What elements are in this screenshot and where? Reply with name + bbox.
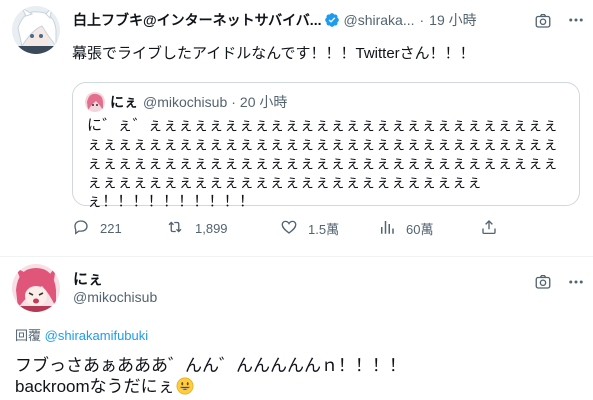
reply-button[interactable]: 221 bbox=[72, 218, 122, 239]
replying-to-label: 回覆 bbox=[15, 328, 42, 343]
views-icon bbox=[378, 218, 406, 239]
quoted-tweet-body: に゛ぇ゛ぇぇぇぇぇぇぇぇぇぇぇぇぇぇぇぇぇぇぇぇぇぇぇぇぇぇぇぇぇぇぇぇぇぇぇぇ… bbox=[87, 117, 559, 210]
replying-to-mention-link[interactable]: @shirakamifubuki bbox=[45, 328, 149, 343]
tweet-body: 幕張でライブしたアイドルなんです！！！Twitterさん！！！ bbox=[72, 45, 475, 62]
like-icon bbox=[280, 218, 308, 239]
retweet-count: 1,899 bbox=[195, 221, 228, 236]
like-count: 1.5萬 bbox=[308, 222, 340, 237]
reply-body-line-2-row: backroomなうだにぇ bbox=[15, 376, 406, 397]
quoted-tweet-timestamp: 20 小時 bbox=[239, 94, 288, 110]
quoted-author-display-name: にぇ bbox=[110, 94, 138, 110]
verified-badge-icon bbox=[324, 12, 340, 28]
quoted-tweet-header: にぇ @mikochisub · 20 小時 bbox=[85, 92, 287, 112]
separator-dot: · bbox=[419, 12, 425, 28]
views-button[interactable]: 60萬 bbox=[378, 218, 433, 239]
reply-count: 221 bbox=[100, 221, 122, 236]
reply-body-line-2: backroomなうだにぇ bbox=[15, 377, 175, 396]
share-icon bbox=[480, 218, 508, 239]
like-button[interactable]: 1.5萬 bbox=[280, 218, 339, 239]
tweet-action-bar: 221 1,899 1.5萬 60萬 bbox=[72, 218, 512, 242]
reply-body: フブっさあぁあああ゛んん゛んんんんんｎ！！！！ backroomなうだにぇ bbox=[15, 355, 406, 397]
tweet-timestamp[interactable]: 19 小時 bbox=[429, 10, 476, 30]
views-count: 60萬 bbox=[406, 222, 434, 237]
reply-header: にぇ bbox=[73, 268, 103, 289]
camera-icon[interactable] bbox=[533, 272, 553, 292]
tweet-divider bbox=[0, 256, 593, 257]
author-handle[interactable]: @shiraka... bbox=[343, 12, 414, 28]
author-display-name[interactable]: 白上フブキ@インターネットサバイバ... bbox=[73, 10, 321, 30]
quoted-tweet-card[interactable]: にぇ @mikochisub · 20 小時 に゛ぇ゛ぇぇぇぇぇぇぇぇぇぇぇぇぇ… bbox=[72, 82, 580, 210]
reply-author-avatar[interactable] bbox=[12, 264, 60, 312]
more-options-icon[interactable] bbox=[566, 272, 586, 292]
share-button[interactable] bbox=[480, 218, 508, 239]
quoted-author-avatar bbox=[85, 92, 105, 112]
replying-to: 回覆 @shirakamifubuki bbox=[15, 325, 148, 344]
author-avatar[interactable] bbox=[12, 6, 60, 54]
retweet-button[interactable]: 1,899 bbox=[165, 218, 228, 239]
more-options-icon[interactable] bbox=[566, 10, 586, 30]
retweet-icon bbox=[165, 218, 195, 239]
grinning-face-emoji-icon bbox=[176, 377, 194, 395]
reply-author-handle[interactable]: @mikochisub bbox=[73, 289, 157, 305]
reply-author-display-name[interactable]: にぇ bbox=[73, 268, 103, 289]
quoted-author-handle: @mikochisub bbox=[143, 94, 228, 110]
reply-handle-row: @mikochisub bbox=[73, 289, 157, 305]
tweet-header: 白上フブキ@インターネットサバイバ... @shiraka... · 19 小時 bbox=[73, 10, 477, 30]
reply-icon bbox=[72, 218, 100, 239]
reply-body-line-1: フブっさあぁあああ゛んん゛んんんんんｎ！！！！ bbox=[15, 356, 406, 375]
separator-dot: · bbox=[231, 94, 236, 110]
camera-icon[interactable] bbox=[533, 11, 553, 31]
